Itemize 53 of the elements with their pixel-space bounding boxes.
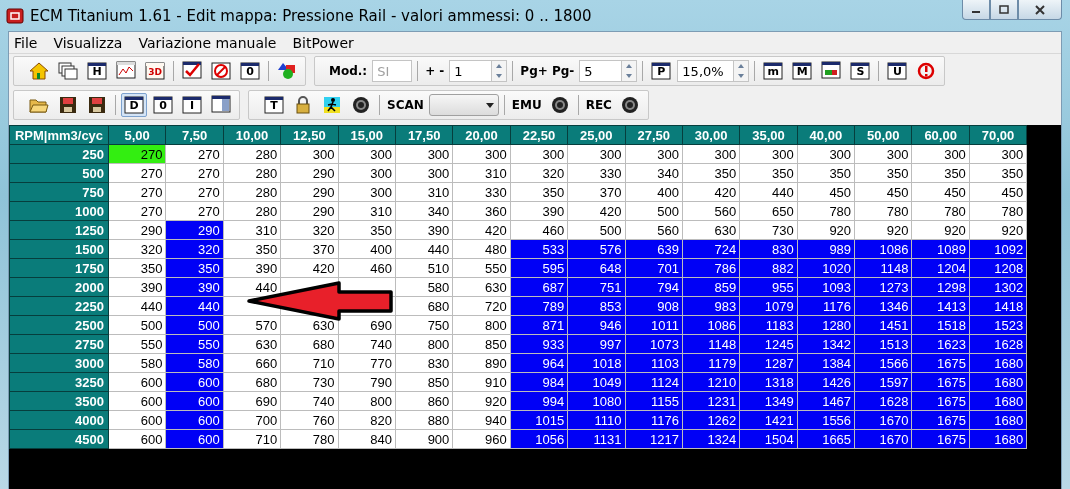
house-icon	[29, 62, 49, 80]
toolbar-label: EMU	[510, 98, 543, 112]
column-header: 40,00	[797, 125, 855, 145]
spin-field[interactable]: 1	[449, 60, 492, 82]
column-header: 17,50	[395, 125, 453, 145]
column-header: 70,00	[969, 125, 1027, 145]
menu-item[interactable]: Visualizza	[53, 34, 123, 51]
window-title: ECM Titanium 1.61 - Edit mappa: Pressione Rail - valori ammessi: 0 .. 1800	[30, 6, 593, 25]
toolbar-label: Pg+ Pg-	[519, 64, 576, 78]
column-header: 30,00	[682, 125, 740, 145]
toolbar-label: REC	[584, 98, 613, 112]
menu-item[interactable]: BitPower	[292, 34, 354, 51]
running-figure-icon	[322, 96, 342, 114]
column-header: 25,00	[567, 125, 625, 145]
lock-icon	[293, 96, 313, 114]
toolbar-label: Mod.:	[328, 64, 369, 78]
column-header: 22,50	[510, 125, 568, 145]
spin-field[interactable]: 15,0%	[677, 60, 734, 82]
folder-icon	[29, 96, 49, 114]
stop-icon	[211, 62, 231, 80]
record-icon	[549, 96, 570, 114]
bar-window-icon	[821, 60, 842, 82]
close-button[interactable]	[1018, 0, 1062, 20]
shapes-icon	[277, 62, 297, 80]
column-header: 50,00	[854, 125, 912, 145]
column-header: 60,00	[911, 125, 970, 145]
record-icon	[619, 96, 640, 114]
spin-field[interactable]: 5	[579, 60, 622, 82]
maximize-icon	[999, 5, 1009, 14]
column-header: 5,00	[108, 125, 166, 145]
caret-icon	[485, 102, 494, 108]
column-header: 15,00	[338, 125, 396, 145]
column-header: 27,50	[625, 125, 683, 145]
corner-header: RPM|mm3/cyc	[9, 125, 109, 145]
close-icon	[1035, 4, 1045, 15]
toolbar-label: + -	[424, 64, 446, 78]
minimize-button[interactable]	[962, 0, 990, 20]
column-header: 35,00	[739, 125, 798, 145]
split-window-icon	[211, 94, 231, 116]
column-header: 10,00	[223, 125, 281, 145]
column-header: 20,00	[452, 125, 511, 145]
chart-icon	[116, 60, 136, 82]
record-icon	[351, 96, 371, 114]
toolbar-label: SCAN	[386, 98, 425, 112]
maximize-button[interactable]	[990, 0, 1018, 20]
alert-icon	[916, 62, 937, 80]
check-icon	[182, 60, 202, 82]
menu-item[interactable]: Variazione manuale	[138, 34, 277, 51]
app-icon	[6, 7, 24, 24]
windows-icon	[58, 62, 78, 80]
column-header: 12,50	[280, 125, 339, 145]
column-header: 7,50	[165, 125, 224, 145]
menu-item[interactable]: File	[14, 34, 38, 51]
